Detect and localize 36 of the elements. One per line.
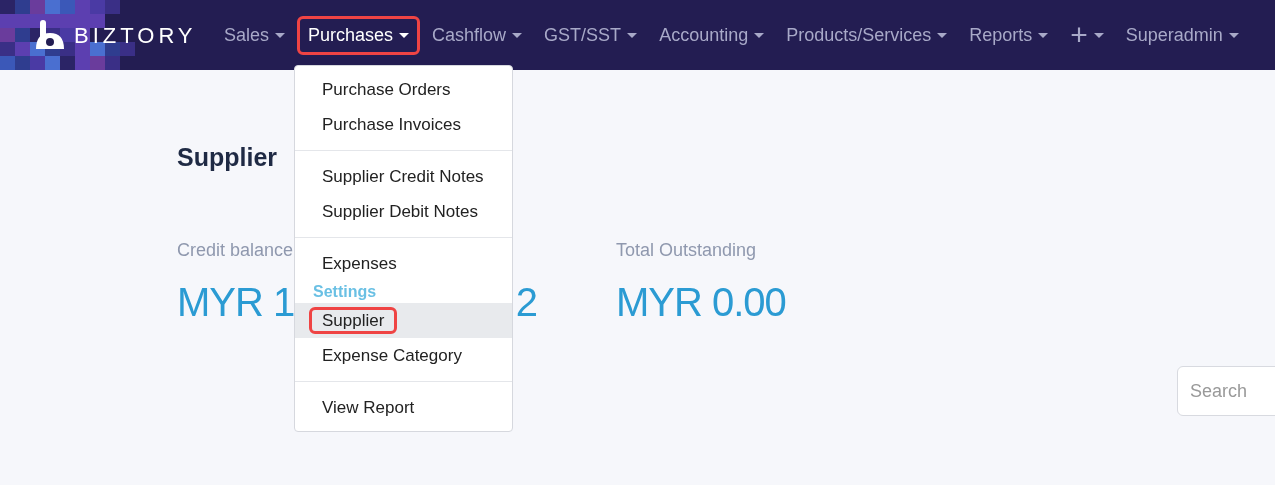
nav-menu[interactable]: Accounting bbox=[649, 16, 775, 54]
caret-icon bbox=[399, 32, 410, 38]
stat-value: MYR 0.00 bbox=[616, 280, 786, 324]
dropdown-item[interactable]: Supplier Debit Notes bbox=[295, 193, 513, 229]
nav-menu[interactable]: + bbox=[1060, 17, 1114, 53]
stat-label: Credit balance bbox=[177, 239, 294, 262]
caret-icon bbox=[937, 32, 948, 38]
caret-icon bbox=[1038, 32, 1049, 38]
dropdown-item[interactable]: Purchase Invoices bbox=[295, 106, 513, 142]
search-field[interactable]: Search bbox=[1177, 366, 1275, 416]
dropdown-item[interactable]: Expenses bbox=[295, 245, 513, 281]
caret-icon bbox=[512, 32, 523, 38]
nav-menu[interactable]: Cashflow bbox=[422, 16, 533, 54]
caret-icon bbox=[627, 32, 638, 38]
caret-icon bbox=[275, 32, 286, 38]
dropdown-item[interactable]: Expense Category bbox=[295, 337, 513, 373]
stat-label: Total Outstanding bbox=[616, 239, 757, 262]
caret-icon bbox=[754, 32, 765, 38]
caret-icon bbox=[1228, 32, 1239, 38]
nav-menu[interactable]: Superadmin bbox=[1115, 16, 1249, 54]
nav-menu[interactable]: Sales bbox=[214, 16, 296, 54]
dropdown-item[interactable]: Purchase Orders bbox=[295, 71, 513, 107]
nav-menu[interactable]: Reports bbox=[959, 16, 1059, 54]
dropdown-item[interactable]: Supplier Credit Notes bbox=[295, 158, 513, 194]
logo-icon bbox=[34, 19, 66, 51]
section-header: Settings bbox=[312, 281, 378, 302]
page-title: Supplier bbox=[177, 142, 277, 172]
caret-icon bbox=[1093, 32, 1104, 38]
dropdown-item[interactable]: View Report bbox=[295, 389, 513, 425]
nav-menu[interactable]: Purchases bbox=[297, 15, 421, 55]
nav-menu[interactable]: GST/SST bbox=[534, 16, 648, 54]
brand-name: BIZTORY bbox=[74, 21, 197, 50]
dropdown-item[interactable]: Supplier bbox=[295, 302, 513, 338]
stat-value: MYR 1 bbox=[177, 280, 295, 324]
nav-menu[interactable]: Products/Services bbox=[776, 16, 958, 54]
stat-value: 2 bbox=[515, 280, 537, 324]
